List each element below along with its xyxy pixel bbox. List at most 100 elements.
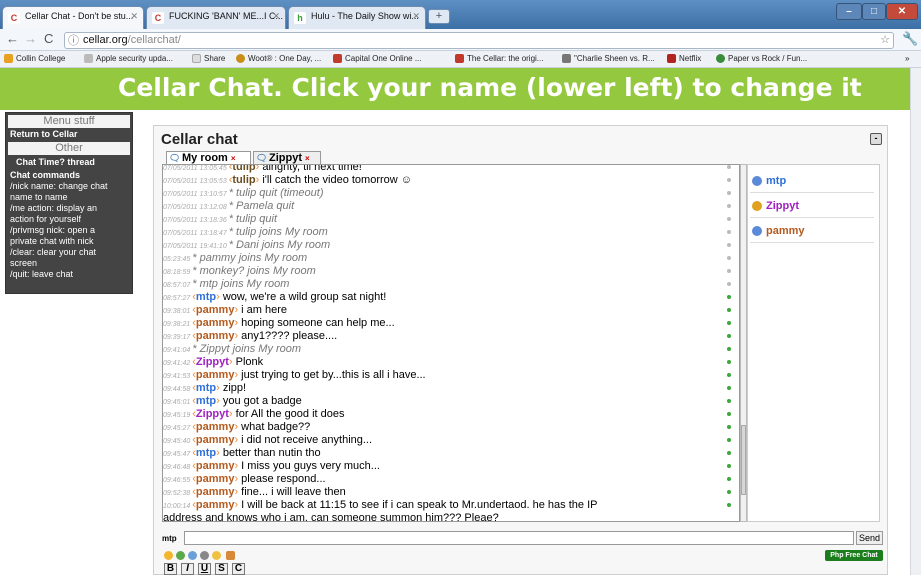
message-input[interactable] <box>184 531 854 545</box>
sound-icon[interactable] <box>200 551 209 560</box>
bookmark-collin-college[interactable]: Collin College <box>4 54 65 63</box>
message-timestamp: 07/05/2011 13:18:36 <box>163 217 227 224</box>
browser-tab-fucking-bann[interactable]: C FUCKING 'BANN' ME...I C... ✕ <box>146 6 286 29</box>
bookmark-star-icon[interactable]: ☆ <box>880 33 890 48</box>
bookmark-charlie-sheen[interactable]: "Charlie Sheen vs. R... <box>562 54 655 63</box>
message-nickname[interactable]: Zippyt <box>196 356 229 368</box>
message-status-dot <box>727 490 731 494</box>
message-text: just trying to get by...this is all i ha… <box>238 369 426 381</box>
color-button[interactable]: C <box>232 563 245 575</box>
chat-message: 09:41:53 ‹pammy› just trying to get by...… <box>163 369 739 382</box>
bookmark-paper-vs-rock[interactable]: Paper vs Rock / Fun... <box>716 54 807 63</box>
web-page: Cellar Chat. Click your name (lower left… <box>0 68 910 575</box>
message-nickname[interactable]: Zippyt <box>196 408 229 420</box>
user-list-item[interactable]: mtp <box>750 171 874 193</box>
command-line: action for yourself <box>10 214 82 224</box>
message-text: I will be back at 11:15 to see if i can … <box>238 499 598 511</box>
command-line: name to name <box>10 192 68 202</box>
reload-icon[interactable]: C <box>44 31 53 46</box>
message-nickname[interactable]: tulip <box>232 165 255 173</box>
php-free-chat-logo[interactable]: Php Free Chat <box>825 550 883 561</box>
chat-message: 07/05/2011 13:12:08 * Pamela quit <box>163 200 739 213</box>
woot-icon <box>236 54 245 63</box>
back-arrow-icon[interactable]: ← <box>6 31 19 46</box>
bookmark-capital-one[interactable]: Capital One Online ... <box>333 54 421 63</box>
address-bar[interactable]: ⓘ cellar.org/cellarchat/ ☆ <box>64 32 894 49</box>
message-nickname[interactable]: pammy <box>196 473 235 485</box>
message-nickname[interactable]: tulip <box>232 174 255 186</box>
color-palette-icon[interactable] <box>176 551 185 560</box>
minimize-window-button[interactable]: – <box>836 3 862 20</box>
forward-arrow-icon[interactable]: → <box>24 31 37 46</box>
user-list-item[interactable]: pammy <box>750 221 874 243</box>
page-info-icon[interactable]: ⓘ <box>68 34 79 49</box>
tab-zippyt[interactable]: 🗨 Zippyt × <box>253 151 321 164</box>
bookmark-share[interactable]: Share <box>192 54 225 63</box>
maximize-window-button[interactable]: □ <box>862 3 886 20</box>
bookmark-woot[interactable]: Woot® : One Day, ... <box>236 54 321 63</box>
chat-message: 08:57:27 ‹mtp› wow, we're a wild group sa… <box>163 291 739 304</box>
message-nickname[interactable]: pammy <box>196 317 235 329</box>
user-icon[interactable] <box>226 551 235 560</box>
message-status-dot <box>727 503 731 507</box>
message-status-dot <box>727 360 731 364</box>
message-status-dot <box>727 165 731 169</box>
clock-icon[interactable] <box>188 551 197 560</box>
message-text: better than nutin tho <box>219 447 321 459</box>
message-timestamp: 09:46:55 <box>163 477 191 484</box>
emoticon-icon[interactable] <box>212 551 221 560</box>
tab-my-room[interactable]: 🗨 My room × <box>166 151 251 164</box>
capital-one-icon <box>333 54 342 63</box>
message-nickname[interactable]: pammy <box>196 460 235 472</box>
bold-button[interactable]: B <box>164 563 177 575</box>
message-nickname[interactable]: pammy <box>196 434 235 446</box>
bookmark-icon <box>716 54 725 63</box>
message-nickname[interactable]: mtp <box>196 291 216 303</box>
minimize-panel-button[interactable]: - <box>870 133 882 145</box>
chat-log-scrollbar[interactable] <box>740 164 747 522</box>
close-tab-icon[interactable]: × <box>305 154 310 163</box>
close-tab-icon[interactable]: ✕ <box>130 11 138 22</box>
new-tab-button[interactable]: + <box>428 9 450 24</box>
close-tab-icon[interactable]: ✕ <box>412 11 420 22</box>
url-host: cellar.org <box>83 34 128 46</box>
chat-time-thread-link[interactable]: Chat Time? thread <box>16 157 95 168</box>
message-nickname[interactable]: pammy <box>196 304 235 316</box>
message-nickname[interactable]: pammy <box>196 421 235 433</box>
system-message-text: * tulip quit <box>228 213 278 225</box>
close-window-button[interactable]: ✕ <box>886 3 918 20</box>
message-nickname[interactable]: pammy <box>196 330 235 342</box>
page-icon <box>84 54 93 63</box>
bookmark-the-cellar[interactable]: The Cellar: the origi... <box>455 54 543 63</box>
my-nickname-button[interactable]: mtp <box>162 534 177 543</box>
message-timestamp: 09:38:21 <box>163 321 191 328</box>
italic-button[interactable]: I <box>181 563 194 575</box>
system-message-text: * Zippyt joins My room <box>192 343 302 355</box>
strikethrough-button[interactable]: S <box>215 563 228 575</box>
scrollbar-thumb[interactable] <box>741 425 746 495</box>
message-nickname[interactable]: pammy <box>196 369 235 381</box>
message-timestamp: 05:23:45 <box>163 256 191 263</box>
chat-log[interactable]: 07/05/2011 13:05:45 ‹tulip› alrighty, til… <box>162 164 740 522</box>
page-scrollbar[interactable] <box>910 68 921 575</box>
underline-button[interactable]: U <box>198 563 211 575</box>
send-button[interactable]: Send <box>856 531 883 545</box>
bookmarks-overflow-button[interactable]: » <box>905 54 909 63</box>
message-nickname[interactable]: pammy <box>196 486 235 498</box>
browser-tab-cellar-chat[interactable]: C Cellar Chat - Don't be stu... ✕ <box>2 6 144 29</box>
close-tab-icon[interactable]: × <box>231 154 236 163</box>
private-chat-icon: 🗨 <box>256 153 268 163</box>
browser-tab-hulu[interactable]: h Hulu - The Daily Show wi... ✕ <box>288 6 426 29</box>
bookmark-netflix[interactable]: Netflix <box>667 54 701 63</box>
message-nickname[interactable]: mtp <box>196 382 216 394</box>
message-nickname[interactable]: pammy <box>196 499 235 511</box>
message-status-dot <box>727 438 731 442</box>
wrench-menu-icon[interactable]: 🔧 <box>902 31 918 47</box>
close-tab-icon[interactable]: ✕ <box>272 11 280 22</box>
message-nickname[interactable]: mtp <box>196 447 216 459</box>
bookmark-apple-security[interactable]: Apple security upda... <box>84 54 173 63</box>
smiley-icon[interactable] <box>164 551 173 560</box>
message-nickname[interactable]: mtp <box>196 395 216 407</box>
return-to-cellar-link[interactable]: Return to Cellar <box>10 129 78 140</box>
user-list-item[interactable]: Zippyt <box>750 196 874 218</box>
